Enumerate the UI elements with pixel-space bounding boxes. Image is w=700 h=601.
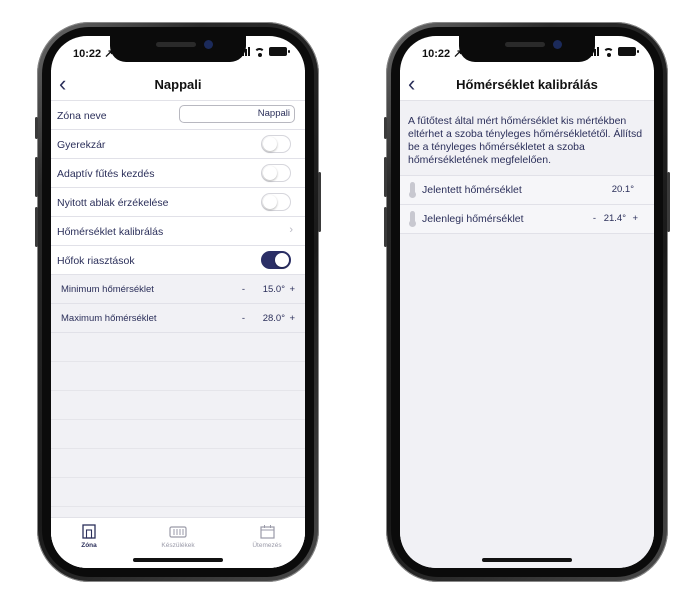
temp-calibration-row[interactable]: Hőmérséklet kalibrálás › (51, 217, 305, 246)
current-temp-row: Jelenlegi hőmérséklet - 21.4° + (400, 205, 654, 234)
child-lock-row: Gyerekzár (51, 130, 305, 159)
nav-bar: ‹ Nappali (51, 70, 305, 101)
volume-down-button (384, 207, 387, 247)
tab-schedule[interactable]: Ütemezés (237, 524, 297, 549)
empty-row (51, 449, 305, 478)
mute-switch (384, 117, 387, 139)
power-button (318, 172, 321, 232)
temp-alerts-label: Hőfok riasztások (57, 255, 135, 267)
wifi-icon (254, 47, 265, 57)
empty-row (51, 391, 305, 420)
battery-icon (618, 47, 639, 56)
empty-row (51, 420, 305, 449)
volume-up-button (384, 157, 387, 197)
zone-name-input[interactable]: Nappali (179, 105, 295, 123)
open-window-row: Nyitott ablak érzékelése (51, 188, 305, 217)
home-indicator[interactable] (133, 558, 223, 562)
min-temp-value: 15.0° (262, 284, 285, 295)
child-lock-label: Gyerekzár (57, 139, 106, 151)
tab-devices[interactable]: Készülékek (148, 524, 208, 549)
max-temp-value: 28.0° (262, 313, 285, 324)
adaptive-start-row: Adaptív fűtés kezdés (51, 159, 305, 188)
notch (110, 36, 246, 62)
current-temp-increase-button[interactable]: + (632, 213, 638, 224)
reported-temp-label: Jelentett hőmérséklet (422, 184, 522, 196)
battery-icon (269, 47, 290, 56)
volume-up-button (35, 157, 38, 197)
calendar-icon (237, 524, 297, 539)
status-time: 10:22 ↗ (73, 48, 114, 60)
open-window-label: Nyitott ablak érzékelése (57, 197, 169, 209)
zone-name-row: Zóna neve Nappali (51, 101, 305, 130)
home-indicator[interactable] (482, 558, 572, 562)
left-screen: 10:22 ↗ ‹ Nappali Zóna neve Nappali Gyer… (51, 36, 305, 568)
nav-bar: ‹ Hőmérséklet kalibrálás (400, 70, 654, 101)
current-temp-value: 21.4° (603, 213, 626, 224)
empty-row (51, 333, 305, 362)
tab-schedule-label: Ütemezés (252, 542, 282, 549)
min-temp-row: Minimum hőmérséklet - 15.0° + (51, 275, 305, 304)
tab-zone-label: Zóna (81, 542, 97, 549)
temp-alerts-toggle[interactable] (261, 251, 291, 269)
right-phone-frame: 10:22 ↗ ‹ Hőmérséklet kalibrálás A fűtőt… (384, 22, 670, 582)
empty-row (51, 478, 305, 507)
child-lock-toggle[interactable] (261, 135, 291, 153)
status-time: 10:22 ↗ (422, 48, 463, 60)
adaptive-start-toggle[interactable] (261, 164, 291, 182)
tab-zone[interactable]: Zóna (59, 524, 119, 549)
zone-icon (59, 524, 119, 539)
thermometer-icon (409, 182, 416, 198)
devices-icon (148, 524, 208, 539)
min-temp-label: Minimum hőmérséklet (61, 284, 154, 295)
max-temp-decrease-button[interactable]: - (242, 313, 245, 324)
adaptive-start-label: Adaptív fűtés kezdés (57, 168, 155, 180)
calibration-description: A fűtőtest által mért hőmérséklet kis mé… (408, 115, 643, 166)
wifi-icon (603, 47, 614, 57)
tab-devices-label: Készülékek (161, 542, 195, 549)
max-temp-label: Maximum hőmérséklet (61, 313, 157, 324)
thermometer-icon (409, 211, 416, 227)
chevron-right-icon: › (289, 224, 293, 236)
left-phone-frame: 10:22 ↗ ‹ Nappali Zóna neve Nappali Gyer… (35, 22, 321, 582)
page-title: Hőmérséklet kalibrálás (456, 77, 598, 92)
temp-alerts-row: Hőfok riasztások (51, 246, 305, 275)
mute-switch (35, 117, 38, 139)
min-temp-decrease-button[interactable]: - (242, 284, 245, 295)
page-title: Nappali (154, 77, 202, 92)
min-temp-increase-button[interactable]: + (289, 284, 295, 295)
max-temp-row: Maximum hőmérséklet - 28.0° + (51, 304, 305, 333)
notch (459, 36, 595, 62)
settings-list: Zóna neve Nappali Gyerekzár Adaptív fűté… (51, 101, 305, 568)
reported-temp-row: Jelentett hőmérséklet 20.1° (400, 175, 654, 205)
zone-name-label: Zóna neve (57, 110, 107, 122)
empty-row (51, 362, 305, 391)
current-temp-label: Jelenlegi hőmérséklet (422, 213, 524, 225)
max-temp-increase-button[interactable]: + (289, 313, 295, 324)
right-screen: 10:22 ↗ ‹ Hőmérséklet kalibrálás A fűtőt… (400, 36, 654, 568)
power-button (667, 172, 670, 232)
volume-down-button (35, 207, 38, 247)
temp-calibration-label: Hőmérséklet kalibrálás (57, 226, 164, 238)
current-temp-decrease-button[interactable]: - (593, 213, 596, 224)
open-window-toggle[interactable] (261, 193, 291, 211)
calibration-content: A fűtőtest által mért hőmérséklet kis mé… (400, 101, 654, 568)
reported-temp-value: 20.1° (611, 184, 634, 195)
